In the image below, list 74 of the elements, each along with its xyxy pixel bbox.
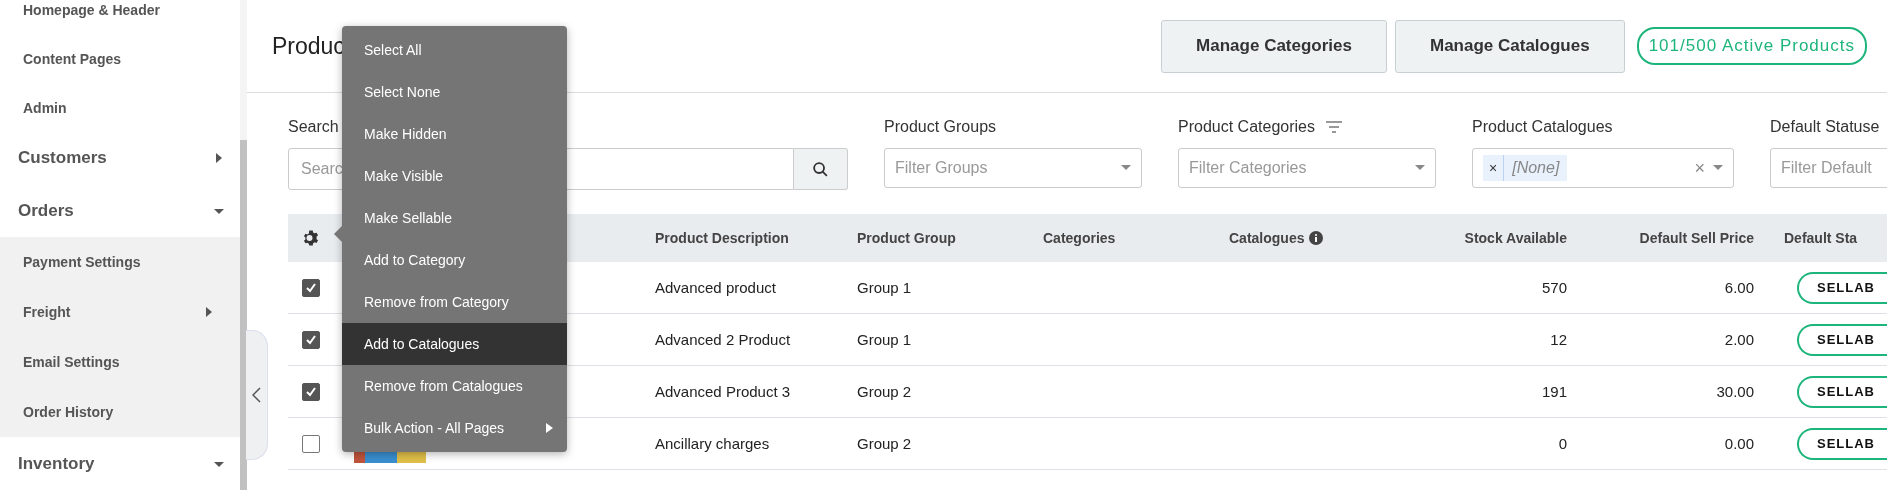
filter-label: Product Categories [1178, 118, 1315, 136]
menu-item[interactable]: Select None [342, 71, 567, 113]
clear-button[interactable]: × [1694, 157, 1705, 179]
status-pill[interactable]: SELLAB [1797, 375, 1887, 408]
menu-item[interactable]: Remove from Catalogues [342, 365, 567, 407]
checkmark-icon [305, 333, 317, 346]
dropdown-caret-icon [1415, 165, 1425, 171]
menu-item[interactable]: Remove from Category [342, 281, 567, 323]
sidebar-item[interactable]: Payment Settings [0, 237, 240, 288]
menu-item[interactable]: Add to Category [342, 239, 567, 281]
active-products-badge: 101/500 Active Products [1636, 27, 1867, 65]
filter-label: Product Groups [884, 118, 997, 136]
menu-item[interactable]: Make Sellable [342, 197, 567, 239]
sidebar-item[interactable]: Admin [0, 83, 240, 133]
checkmark-icon [305, 281, 317, 294]
sidebar-item[interactable]: Homepage & Header [0, 0, 240, 35]
tag-label: [None] [1511, 158, 1561, 178]
table-cell-text: Advanced Product 3 [654, 383, 792, 400]
catalogue-select[interactable]: × [None] × [1472, 148, 1734, 188]
table-cell-text: 2.00 [1723, 331, 1755, 348]
column-header: Catalogues [1214, 230, 1420, 246]
search-button[interactable] [794, 148, 848, 190]
sidebar-item[interactable]: Freight [0, 287, 240, 338]
menu-item[interactable]: Bulk Action - All Pages [342, 407, 567, 449]
submenu-arrow-icon [546, 423, 553, 433]
menu-item[interactable]: Make Hidden [342, 113, 567, 155]
filter-icon[interactable] [1324, 120, 1343, 134]
table-cell-text: Advanced product [654, 279, 777, 296]
status-pill[interactable]: SELLAB [1797, 427, 1887, 460]
search-icon [812, 160, 829, 178]
table-cell-text: Advanced 2 Product [654, 331, 792, 348]
column-header: Default Sell Price [1638, 230, 1755, 246]
dropdown-caret-icon [1713, 165, 1723, 171]
page-title: Produc [272, 32, 345, 60]
remove-tag-button[interactable]: × [1483, 155, 1505, 181]
scrollbar-thumb[interactable] [240, 140, 247, 490]
table-cell-text: Group 2 [856, 383, 913, 400]
table-cell-text: Ancillary charges [654, 435, 771, 452]
sidebar-item[interactable]: Email Settings [0, 337, 240, 388]
status-pill[interactable]: SELLAB [1797, 323, 1887, 356]
checkmark-icon [305, 385, 317, 398]
row-checkbox[interactable] [302, 330, 320, 349]
settings-icon[interactable] [302, 229, 320, 247]
table-cell-text: 12 [1549, 331, 1568, 348]
dropdown-caret-icon [1121, 165, 1131, 171]
table-cell-text: 191 [1540, 383, 1568, 400]
column-header: Product Group [856, 230, 957, 246]
status-pill[interactable]: SELLAB [1797, 271, 1887, 304]
manage-button[interactable]: Manage Categories [1161, 19, 1387, 73]
chevron-left-icon [252, 387, 261, 403]
column-header: Stock Available [1463, 230, 1568, 246]
table-cell-text: 570 [1540, 279, 1568, 296]
menu-item[interactable]: Select All [342, 29, 567, 71]
sidebar-item[interactable]: Content Pages [0, 34, 240, 84]
menu-item[interactable]: Add to Catalogues [342, 323, 567, 365]
row-checkbox[interactable] [302, 434, 320, 453]
column-header: Product Description [654, 230, 790, 246]
table-cell-text: 0 [1557, 435, 1568, 452]
filter-label: Search [288, 118, 339, 136]
row-checkbox[interactable] [302, 382, 320, 401]
table-cell-text: Group 1 [856, 279, 913, 296]
filter-label: Default Statuse [1770, 118, 1880, 136]
column-header: Categories [1042, 230, 1117, 246]
table-cell-text: Group 1 [856, 331, 913, 348]
manage-button[interactable]: Manage Catalogues [1395, 19, 1625, 73]
row-checkbox[interactable] [302, 278, 320, 297]
table-cell-text: Group 2 [856, 435, 913, 452]
column-header: Default Sta [1783, 230, 1859, 246]
table-cell-text: 0.00 [1723, 435, 1755, 452]
menu-item[interactable]: Make Visible [342, 155, 567, 197]
table-cell-text: 6.00 [1723, 279, 1755, 296]
sidebar-item[interactable]: Order History [0, 387, 240, 438]
table-cell-text: 30.00 [1715, 383, 1755, 400]
filter-label: Product Catalogues [1472, 118, 1613, 136]
